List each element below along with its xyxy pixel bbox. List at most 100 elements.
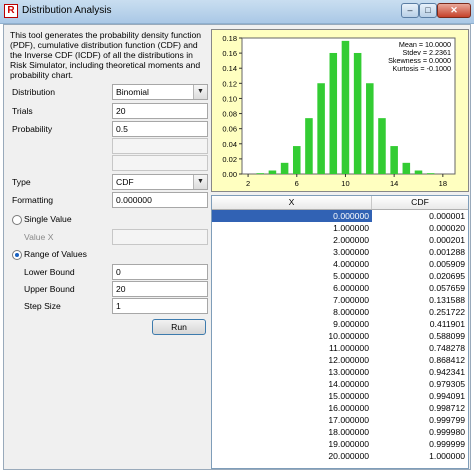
minimize-button[interactable]: –: [401, 3, 419, 18]
table-cell-x: 18.000000: [328, 427, 369, 437]
table-row[interactable]: 20.000000 1.000000: [212, 450, 468, 462]
table-row[interactable]: 15.000000 0.994091: [212, 390, 468, 402]
table-cell-x: 20.000000: [328, 451, 369, 461]
table-cell-x: 9.000000: [333, 319, 369, 329]
table-cell-cdf: 0.005909: [429, 259, 465, 269]
header-cdf[interactable]: CDF: [372, 196, 468, 209]
chart-bar: [268, 170, 277, 174]
y-tick-label: 0.04: [222, 140, 237, 149]
table-row[interactable]: 18.000000 0.999980: [212, 426, 468, 438]
table-cell-cdf: 0.999999: [429, 439, 465, 449]
table-cell-x: 10.000000: [328, 331, 369, 341]
table-cell-cdf: 0.020695: [429, 271, 465, 281]
lower-bound-label: Lower Bound: [24, 267, 75, 277]
maximize-button[interactable]: □: [419, 3, 437, 18]
type-value: CDF: [116, 177, 134, 187]
table-row[interactable]: 13.000000 0.942341: [212, 366, 468, 378]
table-row[interactable]: 0.000000 0.000001: [212, 210, 468, 222]
run-button[interactable]: Run: [152, 319, 206, 335]
table-cell-cdf: 0.057659: [429, 283, 465, 293]
table-cell-cdf: 0.868412: [429, 355, 465, 365]
table-cell-x: 13.000000: [328, 367, 369, 377]
table-cell-x: 6.000000: [333, 283, 369, 293]
table-row[interactable]: 3.000000 0.001288: [212, 246, 468, 258]
table-row[interactable]: 2.000000 0.000201: [212, 234, 468, 246]
chart-bar: [256, 173, 265, 174]
table-cell-x: 14.000000: [328, 379, 369, 389]
lower-bound-input[interactable]: 0: [112, 264, 208, 280]
table-row[interactable]: 10.000000 0.588099: [212, 330, 468, 342]
table-row[interactable]: 7.000000 0.131588: [212, 294, 468, 306]
range-of-values-label[interactable]: Range of Values: [24, 249, 87, 259]
y-tick-label: 0.00: [222, 170, 237, 179]
trials-label: Trials: [12, 106, 33, 116]
probability-input[interactable]: 0.5: [112, 121, 208, 137]
table-cell-cdf: 0.999799: [429, 415, 465, 425]
upper-bound-label: Upper Bound: [24, 284, 75, 294]
chart-bar: [353, 52, 362, 174]
table-cell-cdf: 0.000201: [429, 235, 465, 245]
table-row[interactable]: 4.000000 0.005909: [212, 258, 468, 270]
table-cell-cdf: 0.998712: [429, 403, 465, 413]
table-cell-x: 11.000000: [329, 343, 369, 353]
app-logo-icon: R: [4, 4, 18, 18]
type-label: Type: [12, 177, 31, 187]
formatting-input[interactable]: 0.000000: [112, 192, 208, 208]
table-cell-x: 8.000000: [333, 307, 369, 317]
table-row[interactable]: 6.000000 0.057659: [212, 282, 468, 294]
table-cell-x: 17.000000: [328, 415, 369, 425]
table-row[interactable]: 19.000000 0.999999: [212, 438, 468, 450]
title-bar: R Distribution Analysis – □ ✕: [0, 0, 474, 24]
single-value-radio[interactable]: [12, 215, 22, 225]
distribution-label: Distribution: [12, 87, 55, 97]
chart-bar: [317, 83, 325, 174]
chart-bar: [390, 146, 398, 174]
results-table[interactable]: X CDF 0.000000 0.000001 1.000000 0.000020 2.…: [211, 195, 469, 469]
header-x[interactable]: X: [212, 196, 372, 209]
table-row[interactable]: 5.000000 0.020695: [212, 270, 468, 282]
pdf-chart-svg: 0.00 0.02 0.04 0.06 0.08 0.10 0.12 0.14 0.16 0.18…: [222, 34, 456, 188]
y-tick-label: 0.12: [222, 79, 237, 88]
chevron-down-icon[interactable]: ▼: [193, 85, 207, 99]
chart-bar: [292, 146, 301, 174]
distribution-select[interactable]: Binomial ▼: [112, 84, 208, 100]
table-cell-cdf: 0.251722: [429, 307, 465, 317]
table-cell-x: 12.000000: [328, 355, 369, 365]
table-cell-cdf: 0.979305: [429, 379, 465, 389]
table-header: X CDF: [212, 196, 468, 210]
table-row[interactable]: 11.000000 0.748278: [212, 342, 468, 354]
single-value-label[interactable]: Single Value: [24, 214, 72, 224]
range-of-values-radio[interactable]: [12, 250, 22, 260]
chart-bar: [280, 162, 289, 174]
close-button[interactable]: ✕: [437, 3, 471, 18]
table-row[interactable]: 1.000000 0.000020: [212, 222, 468, 234]
chart-bar: [305, 118, 313, 174]
step-size-input[interactable]: 1: [112, 298, 208, 314]
stat-line: Kurtosis = -0.1000: [392, 64, 451, 73]
y-tick-label: 0.08: [222, 110, 237, 119]
table-cell-x: 1.000000: [333, 223, 369, 233]
x-tick-label: 14: [390, 179, 398, 188]
y-tick-label: 0.06: [222, 125, 237, 134]
table-cell-cdf: 0.942341: [429, 367, 465, 377]
table-cell-cdf: 0.000020: [429, 223, 465, 233]
table-cell-cdf: 0.000001: [372, 210, 468, 222]
y-tick-label: 0.02: [222, 155, 237, 164]
table-cell-x: 16.000000: [328, 403, 369, 413]
table-row[interactable]: 12.000000 0.868412: [212, 354, 468, 366]
y-tick-label: 0.14: [222, 64, 237, 73]
dialog-body: This tool generates the probability dens…: [3, 24, 471, 470]
table-row[interactable]: 14.000000 0.979305: [212, 378, 468, 390]
table-row[interactable]: 9.000000 0.411901: [212, 318, 468, 330]
upper-bound-input[interactable]: 20: [112, 281, 208, 297]
table-row[interactable]: 17.000000 0.999799: [212, 414, 468, 426]
chart-bar: [414, 170, 423, 174]
trials-input[interactable]: 20: [112, 103, 208, 119]
table-body: 0.000000 0.000001 1.000000 0.000020 2.000000…: [212, 210, 468, 462]
type-select[interactable]: CDF ▼: [112, 174, 208, 190]
chart-bar: [426, 173, 435, 174]
chevron-down-icon[interactable]: ▼: [193, 175, 207, 189]
table-row[interactable]: 8.000000 0.251722: [212, 306, 468, 318]
parameter-4-input: [112, 155, 208, 171]
table-row[interactable]: 16.000000 0.998712: [212, 402, 468, 414]
